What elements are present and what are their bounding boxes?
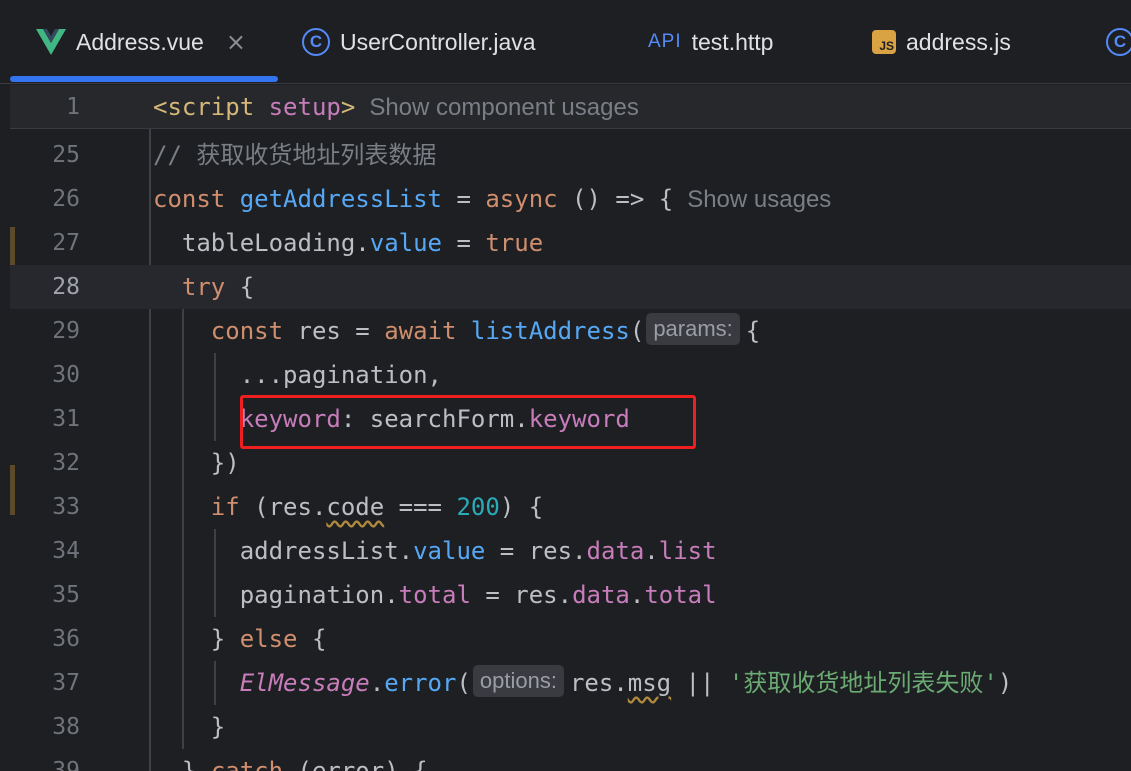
code-text: tableLoading.value = true bbox=[181, 229, 544, 257]
tab-label: test.http bbox=[691, 28, 774, 55]
line-number: 29 bbox=[52, 318, 80, 344]
code-line[interactable]: 35 pagination.total = res.data.total bbox=[10, 573, 1131, 617]
code-text: ...pagination, bbox=[239, 361, 442, 389]
line-number: 25 bbox=[52, 142, 80, 168]
parameter-hint: options: bbox=[472, 665, 564, 697]
code-text: try { bbox=[181, 273, 255, 301]
code-text: pagination.total = res.data.total bbox=[239, 581, 717, 609]
line-number: 39 bbox=[52, 758, 80, 771]
code-text: addressList.value = res.data.list bbox=[239, 537, 717, 565]
code-line[interactable]: 25 // 获取收货地址列表数据 bbox=[10, 133, 1131, 177]
active-tab-indicator bbox=[10, 76, 278, 82]
code-line[interactable]: 29 const res = await listAddress(params:… bbox=[10, 309, 1131, 353]
api-icon: API bbox=[648, 31, 682, 52]
code-text: }) bbox=[210, 449, 240, 477]
code-text: <script setup> Show component usages bbox=[153, 93, 639, 121]
tab-address-vue[interactable]: Address.vue × bbox=[36, 0, 246, 84]
tab-label: UserController.java bbox=[340, 28, 536, 55]
vue-icon bbox=[36, 29, 66, 55]
code-text: const res = await listAddress(params:{ bbox=[153, 309, 760, 353]
code-line-current[interactable]: 28 try { bbox=[10, 265, 1131, 309]
close-tab-icon[interactable]: × bbox=[226, 28, 246, 56]
code-line[interactable]: 39 } catch (error) { bbox=[10, 749, 1131, 771]
code-editor[interactable]: 1 <script setup> Show component usages 25… bbox=[10, 85, 1131, 771]
tab-test-http[interactable]: API test.http bbox=[648, 0, 773, 84]
tab-address-js[interactable]: JS address.js bbox=[872, 0, 1011, 84]
code-line[interactable]: 30 ...pagination, bbox=[10, 353, 1131, 397]
code-text: ElMessage.error(options: res.msg || '获取收货… bbox=[153, 661, 1012, 705]
code-line[interactable]: 33 if (res.code === 200) { bbox=[10, 485, 1131, 529]
line-number: 38 bbox=[52, 714, 80, 740]
line-number: 27 bbox=[52, 230, 80, 256]
line-number: 30 bbox=[52, 362, 80, 388]
code-line[interactable]: 34 addressList.value = res.data.list bbox=[10, 529, 1131, 573]
code-line[interactable]: 38 } bbox=[10, 705, 1131, 749]
tab-label: address.js bbox=[906, 28, 1011, 55]
line-number: 28 bbox=[52, 274, 80, 300]
line-number: 1 bbox=[66, 94, 80, 120]
sticky-scope-line[interactable]: 1 <script setup> Show component usages bbox=[10, 85, 1131, 129]
code-text: if (res.code === 200) { bbox=[210, 493, 544, 521]
line-number: 36 bbox=[52, 626, 80, 652]
show-component-usages-link[interactable]: Show component usages bbox=[369, 94, 639, 121]
line-number: 37 bbox=[52, 670, 80, 696]
line-number: 26 bbox=[52, 186, 80, 212]
editor-tab-bar: Address.vue × C UserController.java API … bbox=[0, 0, 1131, 84]
annotation-highlight-box bbox=[240, 395, 696, 449]
code-line[interactable]: 37 ElMessage.error(options: res.msg || '获… bbox=[10, 661, 1131, 705]
js-icon: JS bbox=[872, 30, 896, 54]
tab-overflow[interactable]: C bbox=[1106, 0, 1131, 84]
code-line[interactable]: 26 const getAddressList = async () => {S… bbox=[10, 177, 1131, 221]
class-icon: C bbox=[302, 28, 330, 56]
line-number: 33 bbox=[52, 494, 80, 520]
line-number: 34 bbox=[52, 538, 80, 564]
code-text: } catch (error) { bbox=[181, 757, 428, 771]
code-text: } else { bbox=[210, 625, 327, 653]
line-number: 32 bbox=[52, 450, 80, 476]
code-text: // 获取收货地址列表数据 bbox=[153, 141, 437, 169]
class-icon: C bbox=[1106, 28, 1131, 56]
code-text: } bbox=[210, 713, 226, 741]
parameter-hint: params: bbox=[646, 313, 740, 345]
tab-usercontroller-java[interactable]: C UserController.java bbox=[302, 0, 536, 84]
line-number: 35 bbox=[52, 582, 80, 608]
code-line[interactable]: 27 tableLoading.value = true bbox=[10, 221, 1131, 265]
line-number: 31 bbox=[52, 406, 80, 432]
code-text: const getAddressList = async () => {Show… bbox=[153, 185, 832, 213]
show-usages-link[interactable]: Show usages bbox=[687, 186, 831, 213]
code-line[interactable]: 36 } else { bbox=[10, 617, 1131, 661]
tab-label: Address.vue bbox=[76, 28, 204, 55]
